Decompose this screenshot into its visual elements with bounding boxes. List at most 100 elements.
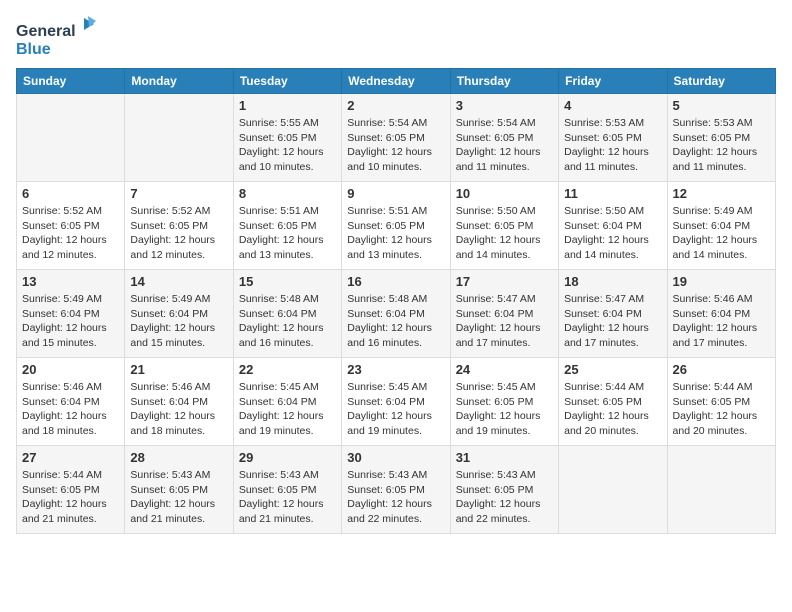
calendar-cell: 11 Sunrise: 5:50 AMSunset: 6:04 PMDayligh… [559, 182, 667, 270]
logo-svg: General Blue [16, 16, 96, 60]
calendar-cell: 4 Sunrise: 5:53 AMSunset: 6:05 PMDaylight… [559, 94, 667, 182]
cell-info: Sunrise: 5:43 AMSunset: 6:05 PMDaylight:… [239, 468, 336, 527]
cell-info: Sunrise: 5:45 AMSunset: 6:04 PMDaylight:… [347, 380, 444, 439]
cell-info: Sunrise: 5:44 AMSunset: 6:05 PMDaylight:… [22, 468, 119, 527]
weekday-header-row: SundayMondayTuesdayWednesdayThursdayFrid… [17, 69, 776, 94]
calendar-cell: 15 Sunrise: 5:48 AMSunset: 6:04 PMDayligh… [233, 270, 341, 358]
cell-info: Sunrise: 5:44 AMSunset: 6:05 PMDaylight:… [673, 380, 770, 439]
calendar-cell: 31 Sunrise: 5:43 AMSunset: 6:05 PMDayligh… [450, 446, 558, 534]
cell-info: Sunrise: 5:51 AMSunset: 6:05 PMDaylight:… [239, 204, 336, 263]
calendar-cell: 17 Sunrise: 5:47 AMSunset: 6:04 PMDayligh… [450, 270, 558, 358]
cell-info: Sunrise: 5:44 AMSunset: 6:05 PMDaylight:… [564, 380, 661, 439]
day-number: 3 [456, 98, 553, 113]
calendar-cell: 12 Sunrise: 5:49 AMSunset: 6:04 PMDayligh… [667, 182, 775, 270]
calendar-cell: 9Sunrise: 5:51 AMSunset: 6:05 PMDaylight… [342, 182, 450, 270]
calendar-week-row: 1 Sunrise: 5:55 AMSunset: 6:05 PMDaylight… [17, 94, 776, 182]
weekday-header-saturday: Saturday [667, 69, 775, 94]
calendar-week-row: 13 Sunrise: 5:49 AMSunset: 6:04 PMDayligh… [17, 270, 776, 358]
cell-info: Sunrise: 5:55 AMSunset: 6:05 PMDaylight:… [239, 116, 336, 175]
cell-info: Sunrise: 5:54 AMSunset: 6:05 PMDaylight:… [456, 116, 553, 175]
day-number: 1 [239, 98, 336, 113]
calendar-week-row: 20 Sunrise: 5:46 AMSunset: 6:04 PMDayligh… [17, 358, 776, 446]
calendar-cell: 19 Sunrise: 5:46 AMSunset: 6:04 PMDayligh… [667, 270, 775, 358]
day-number: 2 [347, 98, 444, 113]
calendar-cell: 24 Sunrise: 5:45 AMSunset: 6:05 PMDayligh… [450, 358, 558, 446]
cell-info: Sunrise: 5:48 AMSunset: 6:04 PMDaylight:… [239, 292, 336, 351]
cell-info: Sunrise: 5:53 AMSunset: 6:05 PMDaylight:… [673, 116, 770, 175]
cell-info: Sunrise: 5:46 AMSunset: 6:04 PMDaylight:… [673, 292, 770, 351]
day-number: 17 [456, 274, 553, 289]
cell-info: Sunrise: 5:50 AMSunset: 6:04 PMDaylight:… [564, 204, 661, 263]
day-number: 9 [347, 186, 444, 201]
calendar-cell: 14Sunrise: 5:49 AMSunset: 6:04 PMDayligh… [125, 270, 233, 358]
calendar-cell [667, 446, 775, 534]
day-number: 27 [22, 450, 119, 465]
calendar-cell: 3 Sunrise: 5:54 AMSunset: 6:05 PMDaylight… [450, 94, 558, 182]
day-number: 19 [673, 274, 770, 289]
cell-info: Sunrise: 5:54 AMSunset: 6:05 PMDaylight:… [347, 116, 444, 175]
cell-info: Sunrise: 5:45 AMSunset: 6:04 PMDaylight:… [239, 380, 336, 439]
weekday-header-friday: Friday [559, 69, 667, 94]
cell-info: Sunrise: 5:43 AMSunset: 6:05 PMDaylight:… [130, 468, 227, 527]
day-number: 25 [564, 362, 661, 377]
day-number: 10 [456, 186, 553, 201]
calendar-cell: 25 Sunrise: 5:44 AMSunset: 6:05 PMDayligh… [559, 358, 667, 446]
calendar-cell: 7 Sunrise: 5:52 AMSunset: 6:05 PMDaylight… [125, 182, 233, 270]
cell-info: Sunrise: 5:43 AMSunset: 6:05 PMDaylight:… [347, 468, 444, 527]
weekday-header-thursday: Thursday [450, 69, 558, 94]
calendar-cell: 23 Sunrise: 5:45 AMSunset: 6:04 PMDayligh… [342, 358, 450, 446]
day-number: 5 [673, 98, 770, 113]
calendar-cell: 8 Sunrise: 5:51 AMSunset: 6:05 PMDaylight… [233, 182, 341, 270]
day-number: 26 [673, 362, 770, 377]
calendar-cell: 16Sunrise: 5:48 AMSunset: 6:04 PMDayligh… [342, 270, 450, 358]
day-number: 28 [130, 450, 227, 465]
day-number: 15 [239, 274, 336, 289]
cell-info: Sunrise: 5:49 AMSunset: 6:04 PMDaylight:… [130, 292, 227, 351]
calendar-week-row: 6Sunrise: 5:52 AMSunset: 6:05 PMDaylight… [17, 182, 776, 270]
calendar-cell: 26 Sunrise: 5:44 AMSunset: 6:05 PMDayligh… [667, 358, 775, 446]
weekday-header-monday: Monday [125, 69, 233, 94]
calendar-cell: 10Sunrise: 5:50 AMSunset: 6:05 PMDayligh… [450, 182, 558, 270]
day-number: 21 [130, 362, 227, 377]
calendar-cell [559, 446, 667, 534]
day-number: 31 [456, 450, 553, 465]
day-number: 12 [673, 186, 770, 201]
calendar-cell: 28 Sunrise: 5:43 AMSunset: 6:05 PMDayligh… [125, 446, 233, 534]
day-number: 11 [564, 186, 661, 201]
cell-info: Sunrise: 5:52 AMSunset: 6:05 PMDaylight:… [22, 204, 119, 263]
weekday-header-sunday: Sunday [17, 69, 125, 94]
calendar-cell: 27 Sunrise: 5:44 AMSunset: 6:05 PMDayligh… [17, 446, 125, 534]
day-number: 18 [564, 274, 661, 289]
calendar-cell: 29 Sunrise: 5:43 AMSunset: 6:05 PMDayligh… [233, 446, 341, 534]
svg-text:Blue: Blue [16, 41, 51, 58]
cell-info: Sunrise: 5:53 AMSunset: 6:05 PMDaylight:… [564, 116, 661, 175]
calendar-week-row: 27 Sunrise: 5:44 AMSunset: 6:05 PMDayligh… [17, 446, 776, 534]
weekday-header-tuesday: Tuesday [233, 69, 341, 94]
calendar-cell: 5 Sunrise: 5:53 AMSunset: 6:05 PMDaylight… [667, 94, 775, 182]
calendar-cell: 6Sunrise: 5:52 AMSunset: 6:05 PMDaylight… [17, 182, 125, 270]
cell-info: Sunrise: 5:47 AMSunset: 6:04 PMDaylight:… [456, 292, 553, 351]
weekday-header-wednesday: Wednesday [342, 69, 450, 94]
calendar-cell: 22 Sunrise: 5:45 AMSunset: 6:04 PMDayligh… [233, 358, 341, 446]
calendar-cell: 18Sunrise: 5:47 AMSunset: 6:04 PMDayligh… [559, 270, 667, 358]
day-number: 29 [239, 450, 336, 465]
cell-info: Sunrise: 5:49 AMSunset: 6:04 PMDaylight:… [673, 204, 770, 263]
cell-info: Sunrise: 5:45 AMSunset: 6:05 PMDaylight:… [456, 380, 553, 439]
day-number: 7 [130, 186, 227, 201]
day-number: 8 [239, 186, 336, 201]
day-number: 13 [22, 274, 119, 289]
cell-info: Sunrise: 5:46 AMSunset: 6:04 PMDaylight:… [130, 380, 227, 439]
day-number: 4 [564, 98, 661, 113]
calendar-table: SundayMondayTuesdayWednesdayThursdayFrid… [16, 68, 776, 534]
day-number: 22 [239, 362, 336, 377]
cell-info: Sunrise: 5:43 AMSunset: 6:05 PMDaylight:… [456, 468, 553, 527]
calendar-cell [17, 94, 125, 182]
cell-info: Sunrise: 5:52 AMSunset: 6:05 PMDaylight:… [130, 204, 227, 263]
calendar-cell: 2 Sunrise: 5:54 AMSunset: 6:05 PMDaylight… [342, 94, 450, 182]
calendar-cell [125, 94, 233, 182]
day-number: 23 [347, 362, 444, 377]
day-number: 24 [456, 362, 553, 377]
calendar-cell: 21 Sunrise: 5:46 AMSunset: 6:04 PMDayligh… [125, 358, 233, 446]
calendar-cell: 30Sunrise: 5:43 AMSunset: 6:05 PMDayligh… [342, 446, 450, 534]
day-number: 20 [22, 362, 119, 377]
